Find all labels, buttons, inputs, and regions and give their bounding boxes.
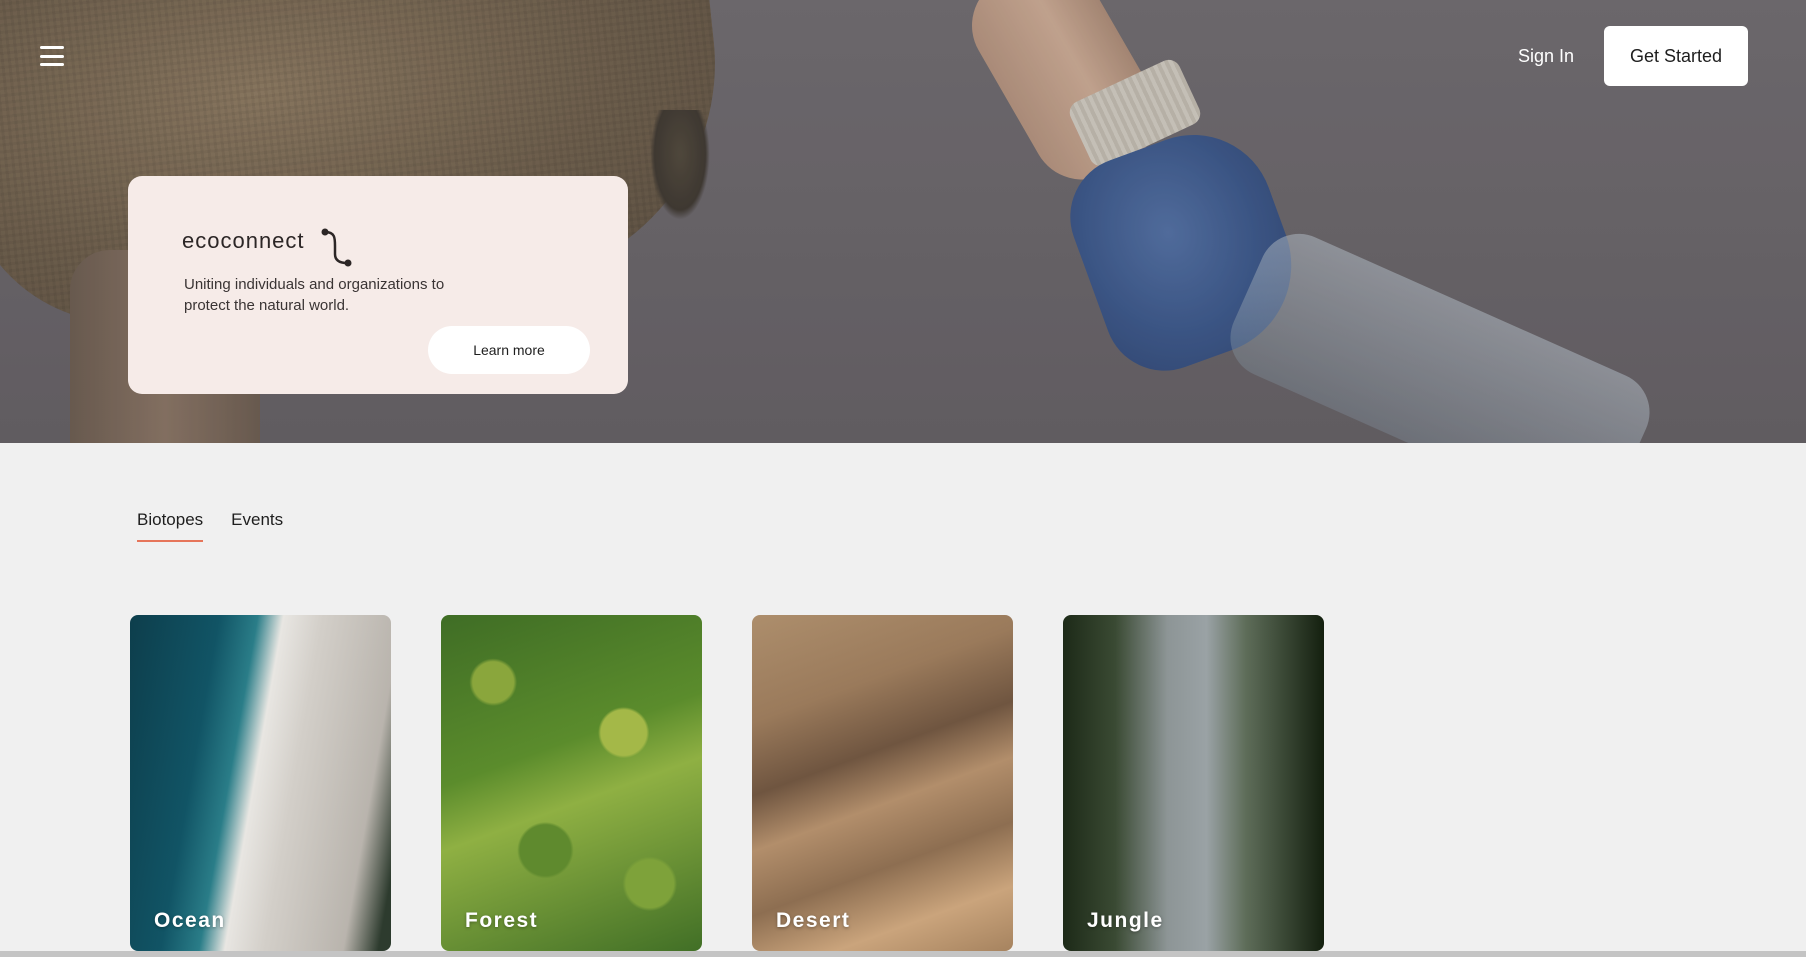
learn-more-button[interactable]: Learn more bbox=[428, 326, 590, 374]
menu-line bbox=[40, 46, 64, 49]
tab-biotopes[interactable]: Biotopes bbox=[137, 510, 204, 542]
tab-events[interactable]: Events bbox=[231, 510, 283, 542]
tab-bar: Biotopes Events bbox=[137, 510, 283, 542]
brand-name: ecoconnect bbox=[182, 228, 305, 253]
menu-line bbox=[40, 54, 64, 58]
menu-line bbox=[40, 63, 64, 66]
horizontal-scrollbar[interactable] bbox=[0, 951, 1806, 957]
sign-in-link[interactable]: Sign In bbox=[1518, 46, 1574, 67]
biotope-card-desert[interactable]: Desert bbox=[752, 615, 1013, 951]
tagline: Uniting individuals and organizations to… bbox=[184, 276, 445, 314]
connect-logo-icon bbox=[321, 228, 352, 267]
biotope-card-list: Ocean Forest Desert Jungle bbox=[130, 615, 1324, 951]
get-started-button[interactable]: Get Started bbox=[1604, 26, 1748, 86]
hamburger-menu-icon[interactable] bbox=[40, 46, 64, 66]
biotope-card-label: Ocean bbox=[154, 909, 226, 932]
biotope-card-label: Desert bbox=[776, 909, 851, 932]
biotope-card-label: Jungle bbox=[1087, 909, 1164, 932]
biotope-card-forest[interactable]: Forest bbox=[441, 615, 702, 951]
biotope-card-jungle[interactable]: Jungle bbox=[1063, 615, 1324, 951]
biotope-card-ocean[interactable]: Ocean bbox=[130, 615, 391, 951]
intro-card: ecoconnect Uniting individuals and organ… bbox=[128, 176, 628, 394]
biotope-card-label: Forest bbox=[465, 909, 539, 932]
